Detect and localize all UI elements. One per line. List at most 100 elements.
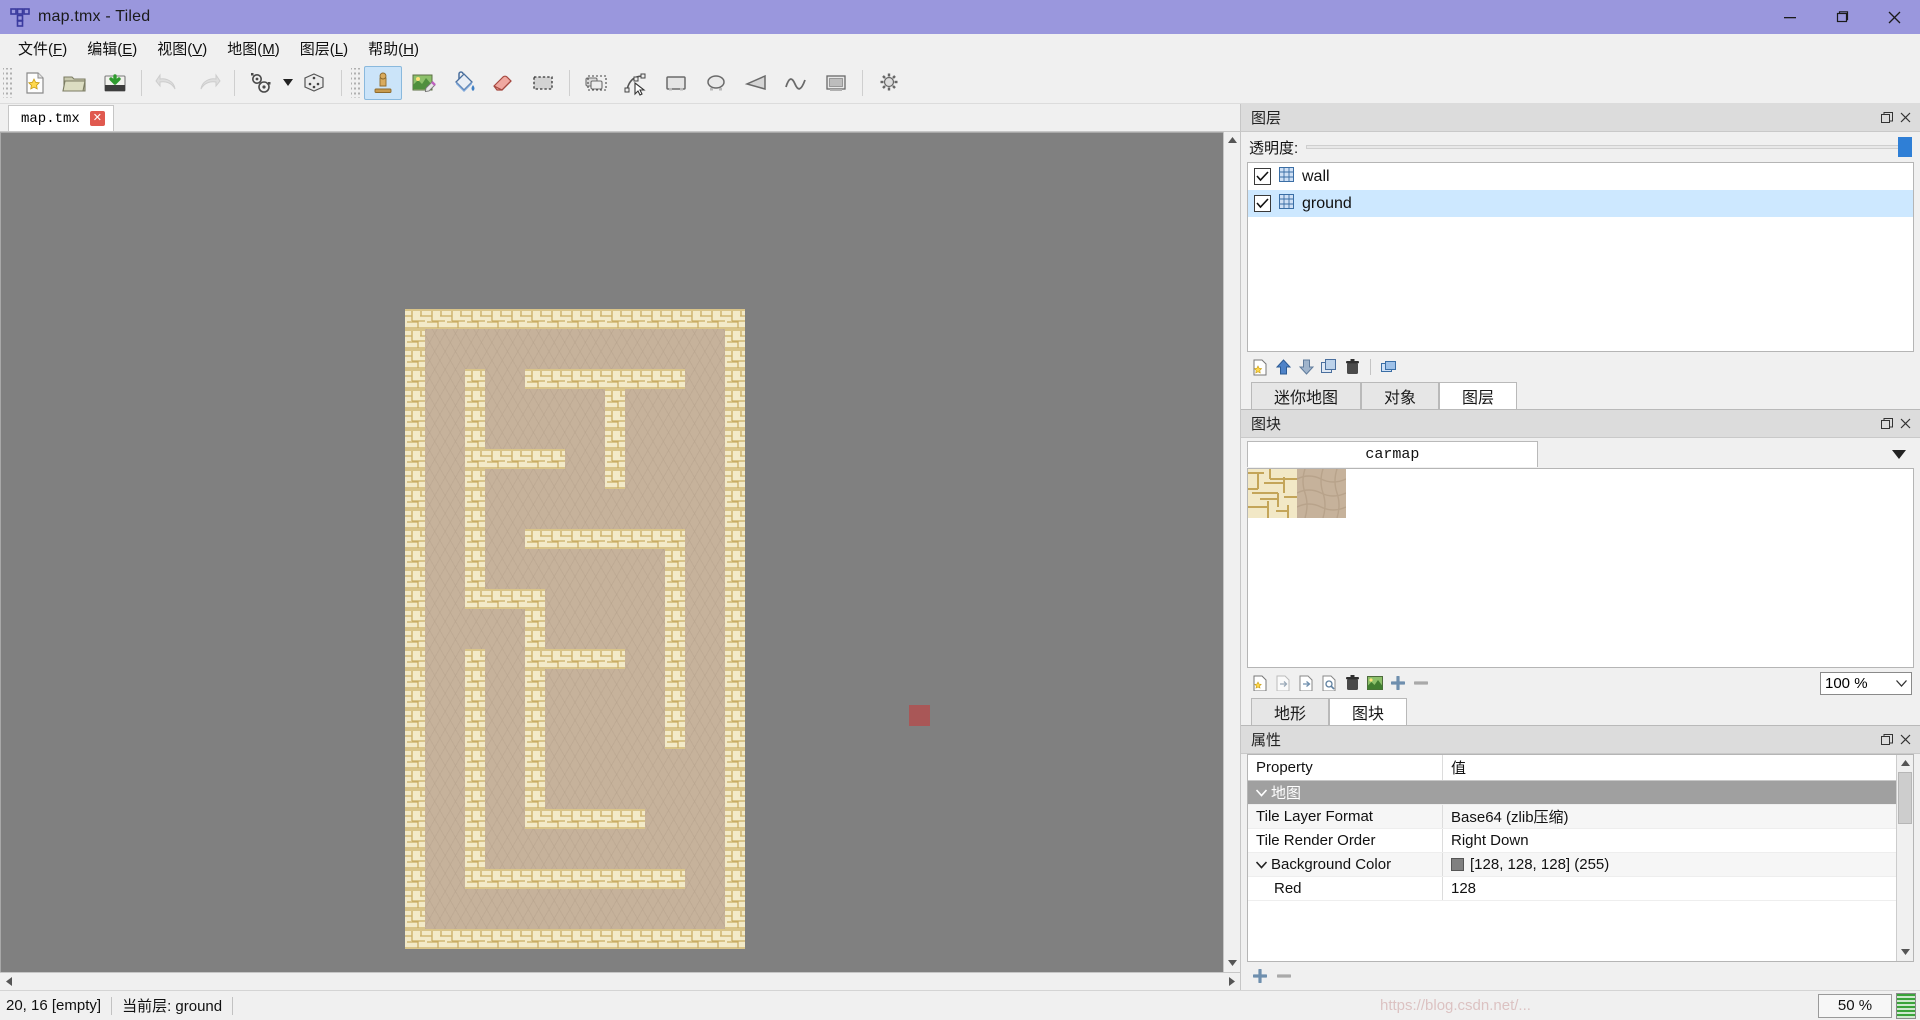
- properties-vertical-scrollbar[interactable]: [1896, 755, 1913, 961]
- map-tile-wall[interactable]: [665, 309, 685, 329]
- map-tile-wall[interactable]: [465, 309, 485, 329]
- chevron-down-icon[interactable]: [1255, 856, 1268, 873]
- float-panel-icon[interactable]: [1878, 415, 1896, 433]
- map-tile-wall[interactable]: [725, 549, 745, 569]
- map-tile-wall[interactable]: [605, 309, 625, 329]
- map-tile-wall[interactable]: [405, 469, 425, 489]
- map-tile-wall[interactable]: [465, 649, 485, 669]
- map-tile-wall[interactable]: [545, 869, 565, 889]
- map-tile-wall[interactable]: [605, 409, 625, 429]
- map-tile-wall[interactable]: [625, 529, 645, 549]
- panel-tab-objects[interactable]: 对象: [1361, 382, 1440, 409]
- layer-list[interactable]: wall ground: [1247, 162, 1914, 352]
- map-tile-wall[interactable]: [465, 589, 485, 609]
- map-tile-wall[interactable]: [485, 449, 505, 469]
- map-canvas[interactable]: [0, 132, 1223, 972]
- map-tile-wall[interactable]: [525, 789, 545, 809]
- map-tile-wall[interactable]: [525, 689, 545, 709]
- map-tile-wall[interactable]: [605, 429, 625, 449]
- tileset-zoom-select[interactable]: 100 %: [1820, 671, 1912, 695]
- layer-visibility-checkbox-wall[interactable]: [1254, 168, 1271, 185]
- map-tile-wall[interactable]: [485, 929, 505, 949]
- map-tile-wall[interactable]: [685, 929, 705, 949]
- map-tile-wall[interactable]: [405, 489, 425, 509]
- map-tile-wall[interactable]: [625, 369, 645, 389]
- map-tile-wall[interactable]: [705, 309, 725, 329]
- map-tile-wall[interactable]: [625, 929, 645, 949]
- eraser-button[interactable]: [484, 66, 522, 100]
- canvas-vertical-scrollbar[interactable]: [1223, 132, 1240, 972]
- layer-row-wall[interactable]: wall: [1248, 163, 1913, 190]
- map-tile-wall[interactable]: [405, 889, 425, 909]
- scroll-right-button[interactable]: [1222, 973, 1240, 991]
- map-tile-wall[interactable]: [465, 929, 485, 949]
- close-panel-icon[interactable]: [1896, 731, 1914, 749]
- map-tile-wall[interactable]: [405, 829, 425, 849]
- duplicate-icon[interactable]: [1320, 358, 1338, 376]
- document-tab-map-tmx[interactable]: map.tmx ✕: [8, 105, 114, 131]
- map-tile-wall[interactable]: [565, 929, 585, 949]
- map-tile-wall[interactable]: [545, 369, 565, 389]
- map-tile-wall[interactable]: [665, 669, 685, 689]
- map-tile-wall[interactable]: [505, 929, 525, 949]
- map-tile-wall[interactable]: [725, 609, 745, 629]
- map-tile-wall[interactable]: [465, 429, 485, 449]
- zoom-slider-icon[interactable]: [1896, 992, 1916, 1019]
- map-tile-wall[interactable]: [565, 369, 585, 389]
- map-tile-wall[interactable]: [725, 349, 745, 369]
- map-tile-wall[interactable]: [665, 569, 685, 589]
- map-tile-wall[interactable]: [405, 309, 425, 329]
- map-tile-wall[interactable]: [585, 809, 605, 829]
- map-tile-wall[interactable]: [725, 409, 745, 429]
- map-tile-wall[interactable]: [405, 689, 425, 709]
- map-tile-wall[interactable]: [505, 589, 525, 609]
- property-value-background-color[interactable]: [128, 128, 128] (255): [1443, 856, 1896, 873]
- map-tile-wall[interactable]: [525, 309, 545, 329]
- map-tile-wall[interactable]: [465, 749, 485, 769]
- map-tile-wall[interactable]: [425, 309, 445, 329]
- bucket-fill-button[interactable]: [444, 66, 482, 100]
- edit-tileset-icon[interactable]: [1320, 674, 1338, 692]
- object-types-button[interactable]: [870, 66, 908, 100]
- redo-button[interactable]: [189, 66, 227, 100]
- map-tile-wall[interactable]: [725, 509, 745, 529]
- map-tile-wall[interactable]: [705, 929, 725, 949]
- map-tile-wall[interactable]: [645, 869, 665, 889]
- layer-properties-icon[interactable]: [1380, 358, 1398, 376]
- minus-icon[interactable]: [1275, 967, 1293, 985]
- map-tile-wall[interactable]: [405, 509, 425, 529]
- close-button[interactable]: [1868, 0, 1920, 34]
- tile-stone-wall[interactable]: [1248, 469, 1297, 518]
- map-tile-wall[interactable]: [645, 529, 665, 549]
- close-panel-icon[interactable]: [1896, 109, 1914, 127]
- panel-tab-tilesets[interactable]: 图块: [1329, 698, 1408, 725]
- property-row-tile-render-order[interactable]: Tile Render Order Right Down: [1248, 829, 1896, 853]
- map-tile-wall[interactable]: [465, 409, 485, 429]
- map-tile-wall[interactable]: [405, 729, 425, 749]
- property-group-map[interactable]: 地图: [1248, 781, 1896, 805]
- map-tile-wall[interactable]: [545, 649, 565, 669]
- map-tile-wall[interactable]: [465, 689, 485, 709]
- map-tile-wall[interactable]: [585, 369, 605, 389]
- map-tile-wall[interactable]: [725, 309, 745, 329]
- map-tile-wall[interactable]: [725, 489, 745, 509]
- menu-item-map[interactable]: 地图(M): [217, 35, 290, 62]
- map-tile-wall[interactable]: [625, 869, 645, 889]
- tile-grid[interactable]: [405, 309, 745, 949]
- map-tile-wall[interactable]: [405, 609, 425, 629]
- edit-polygons-button[interactable]: [617, 66, 655, 100]
- close-panel-icon[interactable]: [1896, 415, 1914, 433]
- map-tile-wall[interactable]: [685, 309, 705, 329]
- map-tile-wall[interactable]: [405, 709, 425, 729]
- map-tile-wall[interactable]: [605, 929, 625, 949]
- map-tile-wall[interactable]: [465, 669, 485, 689]
- map-tile-wall[interactable]: [405, 849, 425, 869]
- map-tile-wall[interactable]: [605, 869, 625, 889]
- property-value-tile-layer-format[interactable]: Base64 (zlib压缩): [1443, 806, 1896, 827]
- map-tile-wall[interactable]: [465, 769, 485, 789]
- map-tile-wall[interactable]: [405, 329, 425, 349]
- map-tile-wall[interactable]: [545, 809, 565, 829]
- map-tile-wall[interactable]: [405, 869, 425, 889]
- map-tile-wall[interactable]: [725, 369, 745, 389]
- plus-icon[interactable]: [1389, 674, 1407, 692]
